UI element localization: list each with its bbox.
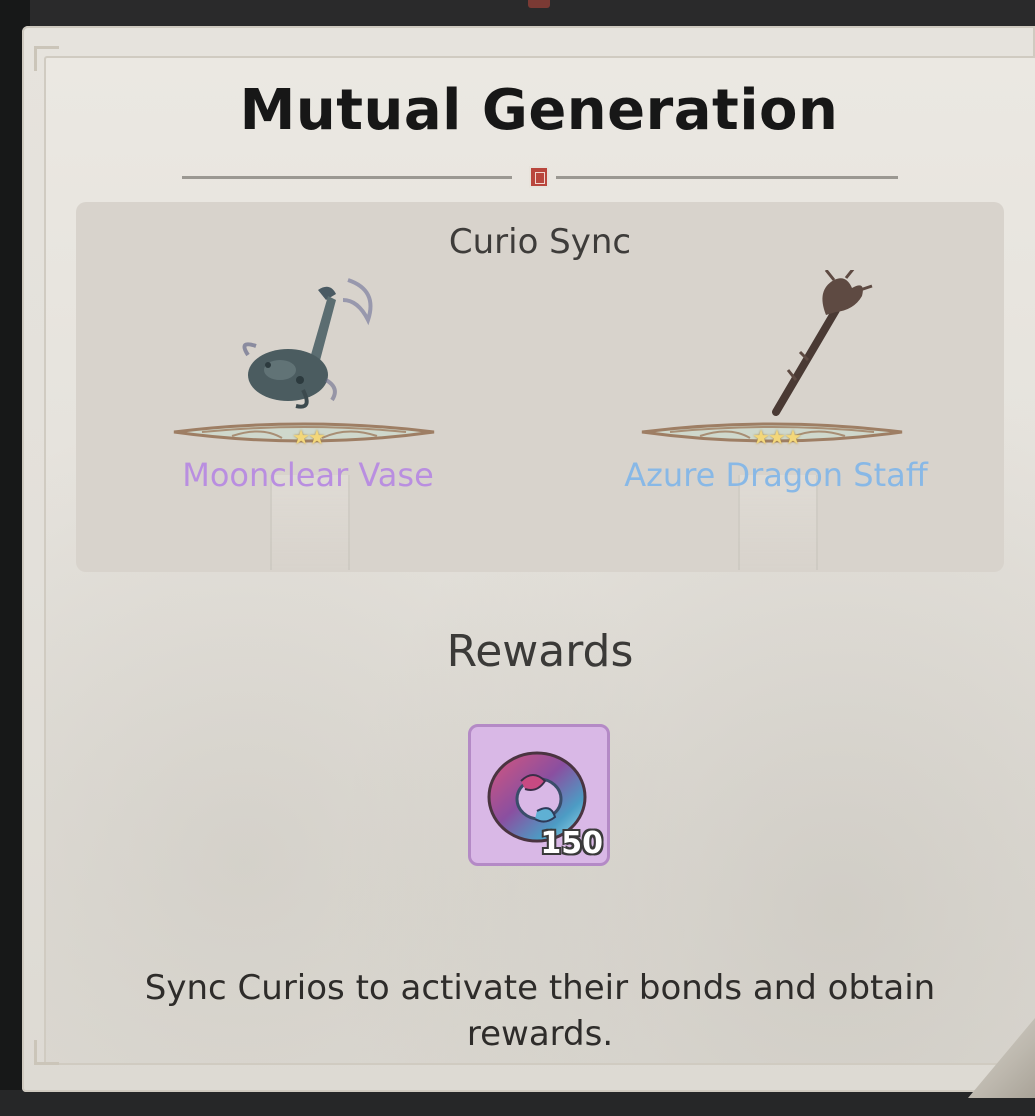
- reward-count: 150: [540, 826, 603, 861]
- dragon-staff-icon: [772, 270, 873, 416]
- reward-item[interactable]: 150: [468, 724, 610, 866]
- curio-name: Moonclear Vase: [182, 456, 434, 494]
- background-bottom: [0, 1090, 1035, 1116]
- curio-moonclear-vase[interactable]: ★★ Moonclear Vase: [158, 270, 458, 570]
- rewards-heading: Rewards: [446, 626, 634, 677]
- panel-title: Mutual Generation: [239, 78, 839, 143]
- vase-icon: [242, 278, 373, 409]
- seal-icon: [529, 166, 549, 188]
- curio-sync-heading: Curio Sync: [448, 222, 632, 262]
- frame-corner-ornament: [34, 46, 59, 71]
- curio-azure-dragon-staff[interactable]: ★★★ Azure Dragon Staff: [624, 270, 928, 570]
- title-divider-left: [182, 176, 512, 179]
- top-tab-marker: [528, 0, 550, 8]
- sync-hint-text: Sync Curios to activate their bonds and …: [144, 968, 936, 1054]
- frame-corner-ornament: [34, 1040, 59, 1065]
- curio-name: Azure Dragon Staff: [624, 456, 928, 494]
- curio-star-rating: ★★: [292, 425, 326, 449]
- title-divider-right: [556, 176, 898, 179]
- curio-star-rating: ★★★: [752, 425, 802, 449]
